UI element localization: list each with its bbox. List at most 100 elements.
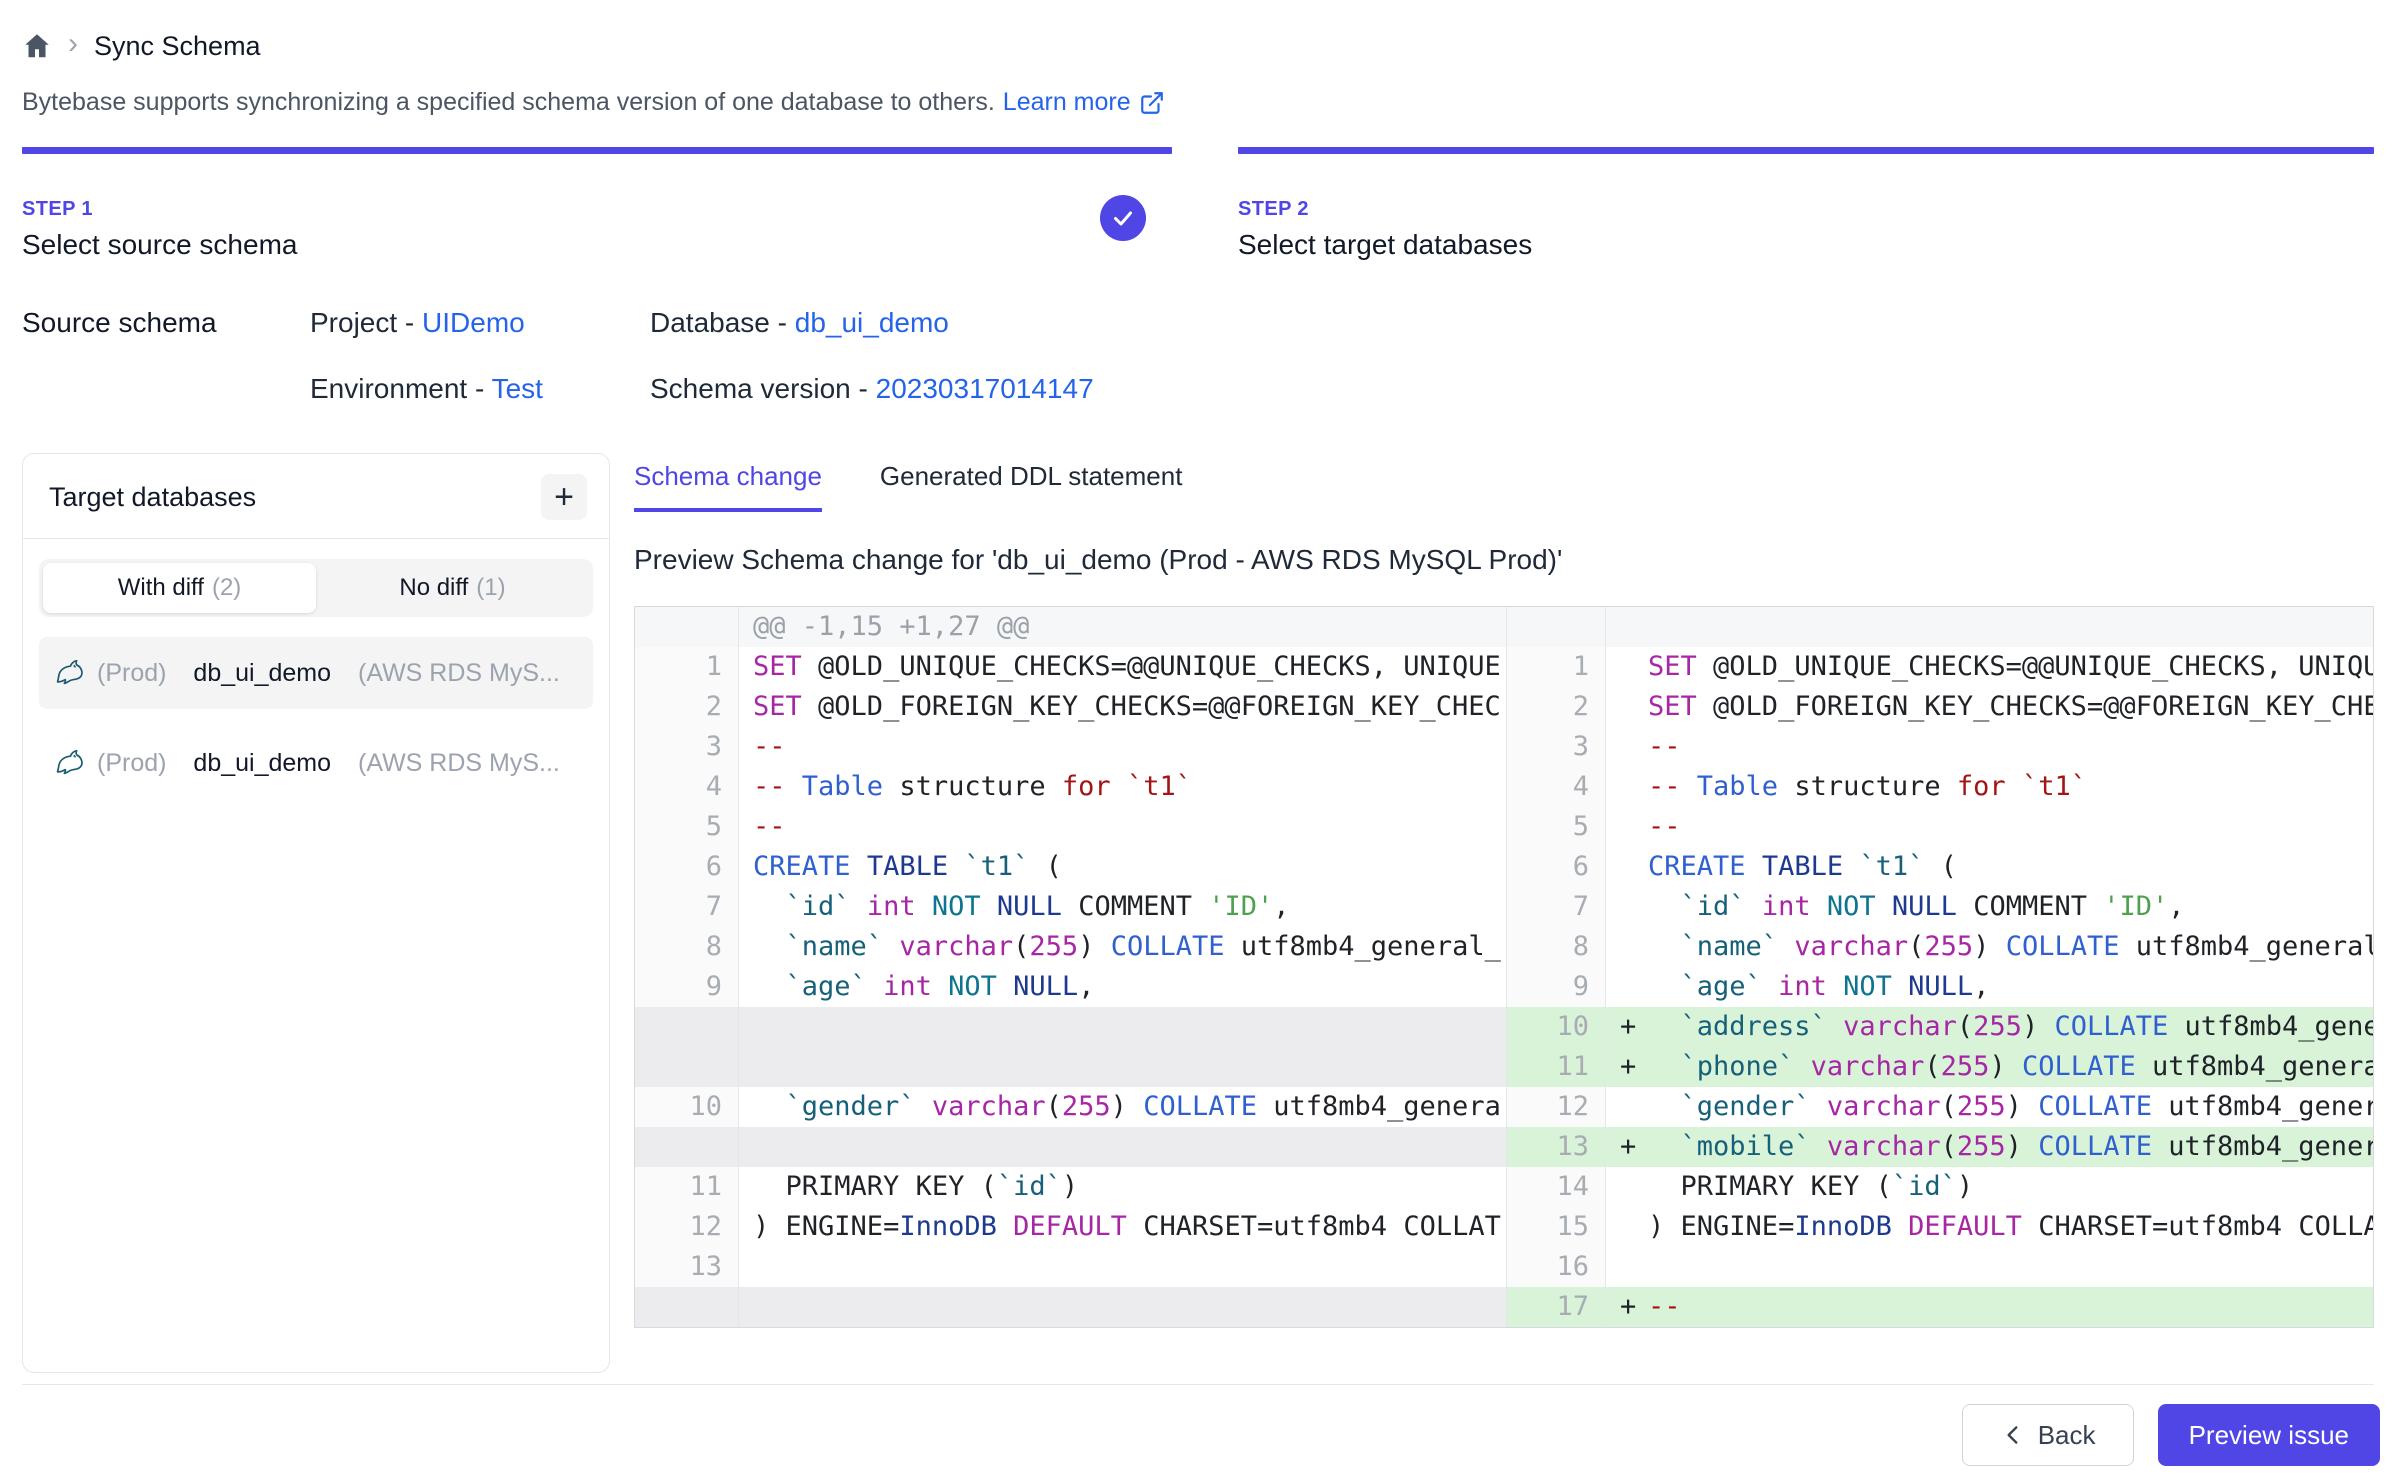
target-database-list: (Prod) db_ui_demo (AWS RDS MyS... (Prod) … xyxy=(23,637,609,799)
preview-title: Preview Schema change for 'db_ui_demo (P… xyxy=(634,544,2374,576)
diff-code-old: PRIMARY KEY (`id`) xyxy=(739,1167,1506,1207)
sync-schema-page: › Sync Schema Bytebase supports synchron… xyxy=(0,0,2396,1373)
source-schema-fields: Project - UIDemoDatabase - db_ui_demo Env… xyxy=(310,307,1094,405)
target-database-item-2[interactable]: (Prod) db_ui_demo (AWS RDS MyS... xyxy=(39,727,593,799)
diff-line-number-old xyxy=(635,1047,739,1087)
diff-line-number-new: 6 xyxy=(1506,847,1606,887)
diff-code-old: SET @OLD_UNIQUE_CHECKS=@@UNIQUE_CHECKS, … xyxy=(739,647,1506,687)
diff-add-marker: + xyxy=(1614,1127,1648,1167)
tab-schema-change[interactable]: Schema change xyxy=(634,461,822,512)
source-field-database: Database - db_ui_demo xyxy=(650,307,1094,339)
diff-line-number-old: 3 xyxy=(635,727,739,767)
diff-filter-tabs: With diff (2) No diff (1) xyxy=(39,559,593,617)
diff-code-new: -- Table structure for `t1` xyxy=(1606,767,2373,807)
diff-line-number-new: 12 xyxy=(1506,1087,1606,1127)
preview-issue-button[interactable]: Preview issue xyxy=(2158,1404,2380,1466)
source-field-project: Project - UIDemo xyxy=(310,307,650,339)
diff-code-new xyxy=(1606,1247,2373,1287)
home-icon[interactable] xyxy=(22,31,52,61)
diff-line-number-old xyxy=(635,1127,739,1167)
diff-code-new: `age` int NOT NULL, xyxy=(1606,967,2373,1007)
diff-line-number-old: 4 xyxy=(635,767,739,807)
source-field-value-link[interactable]: db_ui_demo xyxy=(795,307,949,338)
db-instance-label: (AWS RDS MyS... xyxy=(358,659,560,688)
diff-code-new: +-- xyxy=(1606,1287,2373,1327)
source-field-name: Schema version - xyxy=(650,373,876,404)
page-title: Sync Schema xyxy=(94,31,261,62)
diff-add-marker: + xyxy=(1614,1007,1648,1047)
step-1: STEP 1 Select source schema xyxy=(22,147,1172,261)
intro-description: Bytebase supports synchronizing a specif… xyxy=(22,88,995,117)
diff-code-old: -- Table structure for `t1` xyxy=(739,767,1506,807)
source-field-environment: Environment - Test xyxy=(310,373,650,405)
diff-line-number-new: 16 xyxy=(1506,1247,1606,1287)
tab-with-diff[interactable]: With diff (2) xyxy=(43,563,316,613)
learn-more-link[interactable]: Learn more xyxy=(1003,88,1165,117)
diff-code-new: CREATE TABLE `t1` ( xyxy=(1606,847,2373,887)
diff-line-number-new: 8 xyxy=(1506,927,1606,967)
db-instance-label: (AWS RDS MyS... xyxy=(358,749,560,778)
schema-diff-viewer: @@ -1,15 +1,27 @@1SET @OLD_UNIQUE_CHECKS… xyxy=(634,606,2374,1328)
intro-text: Bytebase supports synchronizing a specif… xyxy=(22,88,2374,117)
diff-line-number-new: 9 xyxy=(1506,967,1606,1007)
diff-add-marker: + xyxy=(1614,1047,1648,1087)
diff-line-number-new: 15 xyxy=(1506,1207,1606,1247)
diff-line-number-old: 8 xyxy=(635,927,739,967)
diff-line-number-new: 17 xyxy=(1506,1287,1606,1327)
footer-actions: Back Preview issue xyxy=(1962,1404,2380,1466)
diff-code-old xyxy=(739,1287,1506,1327)
diff-line-number-old: 12 xyxy=(635,1207,739,1247)
target-database-item-1[interactable]: (Prod) db_ui_demo (AWS RDS MyS... xyxy=(39,637,593,709)
diff-code-old: `name` varchar(255) COLLATE utf8mb4_gene… xyxy=(739,927,1506,967)
diff-line-number-new xyxy=(1506,607,1606,647)
diff-code-old xyxy=(739,1247,1506,1287)
tab-generated-ddl[interactable]: Generated DDL statement xyxy=(880,461,1183,512)
source-field-value-link[interactable]: UIDemo xyxy=(422,307,525,338)
diff-line-number-old: 13 xyxy=(635,1247,739,1287)
diff-code-old: ) ENGINE=InnoDB DEFAULT CHARSET=utf8mb4 … xyxy=(739,1207,1506,1247)
db-name-label: db_ui_demo xyxy=(193,749,331,778)
diff-code-new: -- xyxy=(1606,807,2373,847)
step-1-progress-bar xyxy=(22,147,1172,154)
back-button-label: Back xyxy=(2038,1420,2096,1451)
diff-line-number-new: 1 xyxy=(1506,647,1606,687)
check-icon xyxy=(1111,206,1135,230)
diff-code-new: PRIMARY KEY (`id`) xyxy=(1606,1167,2373,1207)
step-1-completed-badge xyxy=(1100,195,1146,241)
diff-line-number-new: 7 xyxy=(1506,887,1606,927)
source-schema-label: Source schema xyxy=(22,307,310,405)
step-1-title: Select source schema xyxy=(22,229,1172,261)
source-schema-summary: Source schema Project - UIDemoDatabase -… xyxy=(22,307,2374,405)
step-2-title: Select target databases xyxy=(1238,229,2374,261)
external-link-icon xyxy=(1139,90,1165,116)
tab-no-diff[interactable]: No diff (1) xyxy=(316,563,589,613)
footer-divider xyxy=(22,1384,2374,1385)
diff-code-new: -- xyxy=(1606,727,2373,767)
diff-line-number-new: 5 xyxy=(1506,807,1606,847)
diff-code-old: -- xyxy=(739,807,1506,847)
diff-line-number-old: 6 xyxy=(635,847,739,887)
diff-add-marker: + xyxy=(1614,1287,1648,1327)
source-field-value-link[interactable]: Test xyxy=(492,373,543,404)
diff-line-number-new: 11 xyxy=(1506,1047,1606,1087)
diff-line-number-old xyxy=(635,1007,739,1047)
diff-code-new: ) ENGINE=InnoDB DEFAULT CHARSET=utf8mb4 … xyxy=(1606,1207,2373,1247)
diff-line-number-new: 4 xyxy=(1506,767,1606,807)
tab-no-diff-label: No diff xyxy=(399,574,468,602)
add-target-database-button[interactable]: + xyxy=(541,474,587,520)
step-2: STEP 2 Select target databases xyxy=(1238,147,2374,261)
source-field-schema-version: Schema version - 20230317014147 xyxy=(650,373,1094,405)
db-name-label: db_ui_demo xyxy=(193,659,331,688)
diff-line-number-old: 10 xyxy=(635,1087,739,1127)
tab-with-diff-label: With diff xyxy=(118,574,204,602)
diff-line-number-new: 10 xyxy=(1506,1007,1606,1047)
diff-code-old: SET @OLD_FOREIGN_KEY_CHECKS=@@FOREIGN_KE… xyxy=(739,687,1506,727)
diff-line-number-new: 3 xyxy=(1506,727,1606,767)
source-field-value-link[interactable]: 20230317014147 xyxy=(876,373,1094,404)
diff-code-old xyxy=(739,1007,1506,1047)
target-databases-panel: Target databases + With diff (2) No diff… xyxy=(22,453,610,1373)
step-1-label: STEP 1 xyxy=(22,198,1172,221)
diff-code-old: CREATE TABLE `t1` ( xyxy=(739,847,1506,887)
back-button[interactable]: Back xyxy=(1962,1404,2134,1466)
diff-line-number-old: 7 xyxy=(635,887,739,927)
